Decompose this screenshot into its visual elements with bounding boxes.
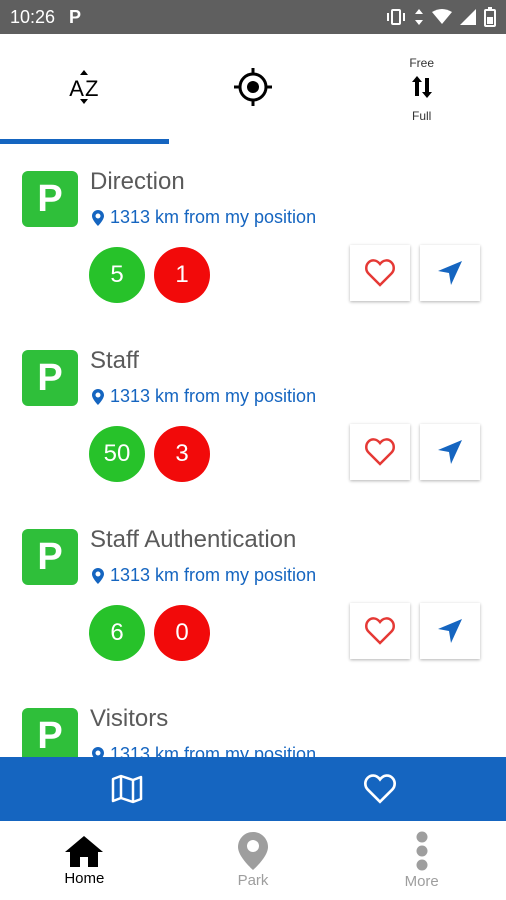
distance-text: 1313 km from my position xyxy=(110,565,317,585)
heart-outline-icon xyxy=(365,438,395,466)
location-pin-icon xyxy=(92,388,104,405)
parking-logo: P xyxy=(22,529,78,585)
data-transfer-icon xyxy=(414,8,424,26)
parking-distance: 1313 km from my position xyxy=(92,207,316,228)
heart-outline-icon xyxy=(363,774,396,804)
vibrate-icon xyxy=(386,8,406,26)
full-count-badge: 1 xyxy=(154,247,210,303)
navigate-button[interactable] xyxy=(420,245,480,301)
parking-name: Staff xyxy=(90,347,139,374)
favorite-button[interactable] xyxy=(350,603,410,659)
status-bar: 10:26 P xyxy=(0,0,506,34)
map-view-button[interactable] xyxy=(0,757,253,821)
free-count-badge: 6 xyxy=(89,605,145,661)
favorites-view-button[interactable] xyxy=(253,757,506,821)
parking-logo: P xyxy=(22,171,78,227)
free-count-badge: 50 xyxy=(89,426,145,482)
heart-outline-icon xyxy=(365,259,395,287)
more-vertical-icon xyxy=(416,831,428,871)
full-count-badge: 3 xyxy=(154,426,210,482)
app-notification-icon: P xyxy=(69,6,82,27)
free-label: Free xyxy=(409,55,435,70)
view-toggle-bar xyxy=(0,757,506,821)
full-label: Full xyxy=(412,108,432,123)
favorite-button[interactable] xyxy=(350,245,410,301)
battery-icon xyxy=(484,7,496,27)
sort-az-tab[interactable]: AZ xyxy=(0,34,169,144)
signal-icon xyxy=(460,9,476,25)
map-icon xyxy=(111,774,142,804)
parking-name: Staff Authentication xyxy=(90,526,297,553)
parking-distance: 1313 km from my position xyxy=(92,386,316,407)
full-count-badge: 0 xyxy=(154,605,210,661)
home-icon xyxy=(65,836,104,867)
nav-park-label: Park xyxy=(237,872,269,889)
parking-item[interactable]: P Staff Authentication 1313 km from my p… xyxy=(0,502,506,681)
parking-list: P Direction 1313 km from my position 5 1… xyxy=(0,144,506,757)
location-pin-icon xyxy=(238,832,268,870)
parking-logo: P xyxy=(22,708,78,757)
sort-free-full-tab[interactable]: Free Full xyxy=(337,34,506,144)
navigate-button[interactable] xyxy=(420,603,480,659)
location-pin-icon xyxy=(92,746,104,757)
nav-more-label: More xyxy=(404,873,439,890)
location-pin-icon xyxy=(92,209,104,226)
distance-text: 1313 km from my position xyxy=(110,744,317,757)
parking-logo: P xyxy=(22,350,78,406)
distance-text: 1313 km from my position xyxy=(110,386,317,406)
status-time: 10:26 xyxy=(10,6,56,27)
parking-item[interactable]: P Visitors 1313 km from my position xyxy=(0,681,506,757)
free-count-badge: 5 xyxy=(89,247,145,303)
parking-item[interactable]: P Staff 1313 km from my position 50 3 xyxy=(0,323,506,502)
sort-location-tab[interactable] xyxy=(169,34,338,144)
parking-name: Direction xyxy=(90,168,185,195)
heart-outline-icon xyxy=(365,617,395,645)
parking-item[interactable]: P Direction 1313 km from my position 5 1 xyxy=(0,144,506,323)
distance-text: 1313 km from my position xyxy=(110,207,317,227)
bottom-navigation: Home Park More xyxy=(0,821,506,900)
parking-distance: 1313 km from my position xyxy=(92,565,316,586)
location-pin-icon xyxy=(92,567,104,584)
nav-home[interactable]: Home xyxy=(0,821,169,900)
swap-vertical-icon xyxy=(410,74,434,105)
status-icons xyxy=(386,7,496,27)
navigation-arrow-icon xyxy=(438,619,462,643)
parking-name: Visitors xyxy=(90,705,169,732)
sort-toolbar: AZ Free Full xyxy=(0,34,506,144)
sort-arrows-icon xyxy=(80,70,89,104)
nav-home-label: Home xyxy=(64,870,105,887)
gps-target-icon xyxy=(234,67,272,111)
favorite-button[interactable] xyxy=(350,424,410,480)
nav-park[interactable]: Park xyxy=(169,821,338,900)
parking-distance: 1313 km from my position xyxy=(92,744,316,757)
navigation-arrow-icon xyxy=(438,440,462,464)
nav-more[interactable]: More xyxy=(337,821,506,900)
navigate-button[interactable] xyxy=(420,424,480,480)
wifi-icon xyxy=(432,9,452,25)
navigation-arrow-icon xyxy=(438,261,462,285)
